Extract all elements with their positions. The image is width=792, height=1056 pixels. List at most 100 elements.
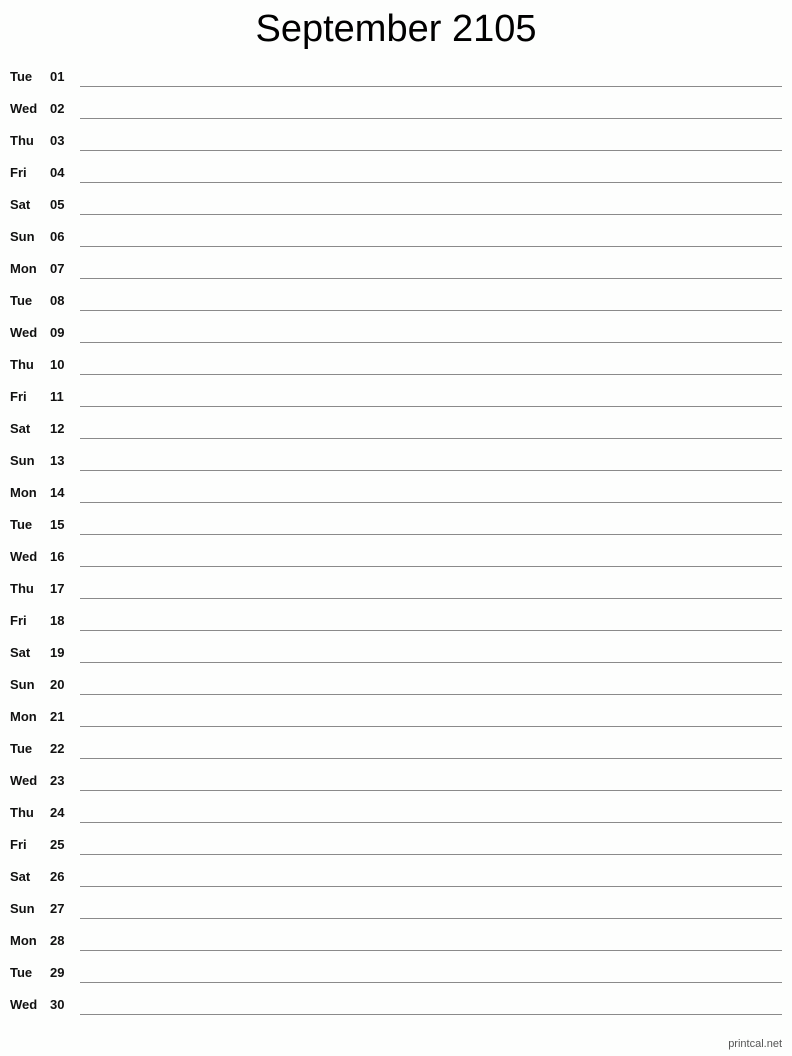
day-of-week: Wed bbox=[10, 101, 38, 116]
day-number: 26 bbox=[50, 869, 65, 884]
day-row: Wed 02 bbox=[0, 92, 792, 124]
day-of-week: Sat bbox=[10, 645, 31, 660]
day-number: 25 bbox=[50, 837, 65, 852]
writing-line bbox=[80, 150, 782, 151]
day-number: 07 bbox=[50, 261, 65, 276]
day-of-week: Wed bbox=[10, 549, 38, 564]
writing-line bbox=[80, 822, 782, 823]
writing-line bbox=[80, 470, 782, 471]
day-list: Tue 01 Wed 02 Thu 03 Fri 04 Sat 05 Sun 06 Mon 07 Tue 08… bbox=[0, 60, 792, 1020]
day-of-week: Thu bbox=[10, 357, 34, 372]
footer-credit: printcal.net bbox=[728, 1038, 782, 1050]
day-of-week: Fri bbox=[10, 165, 27, 180]
day-number: 11 bbox=[50, 389, 64, 404]
writing-line bbox=[80, 982, 782, 983]
day-number: 17 bbox=[50, 581, 65, 596]
page-title: September 2105 bbox=[255, 8, 537, 50]
day-number: 19 bbox=[50, 645, 65, 660]
writing-line bbox=[80, 374, 782, 375]
writing-line bbox=[80, 790, 782, 791]
writing-line bbox=[80, 886, 782, 887]
writing-line bbox=[80, 182, 782, 183]
day-number: 21 bbox=[50, 709, 65, 724]
day-number: 24 bbox=[50, 805, 65, 820]
day-number: 14 bbox=[50, 485, 65, 500]
day-of-week: Mon bbox=[10, 261, 37, 276]
day-number: 01 bbox=[50, 69, 65, 84]
day-number: 12 bbox=[50, 421, 65, 436]
day-number: 02 bbox=[50, 101, 65, 116]
writing-line bbox=[80, 246, 782, 247]
day-of-week: Sat bbox=[10, 869, 31, 884]
writing-line bbox=[80, 310, 782, 311]
day-of-week: Sun bbox=[10, 901, 35, 916]
day-of-week: Thu bbox=[10, 581, 34, 596]
day-of-week: Thu bbox=[10, 805, 34, 820]
day-row: Tue 08 bbox=[0, 284, 792, 316]
writing-line bbox=[80, 918, 782, 919]
writing-line bbox=[80, 406, 782, 407]
day-of-week: Fri bbox=[10, 613, 27, 628]
day-of-week: Sun bbox=[10, 229, 35, 244]
writing-line bbox=[80, 598, 782, 599]
writing-line bbox=[80, 854, 782, 855]
day-of-week: Tue bbox=[10, 293, 33, 308]
day-of-week: Tue bbox=[10, 741, 33, 756]
day-row: Fri 18 bbox=[0, 604, 792, 636]
day-row: Mon 07 bbox=[0, 252, 792, 284]
day-row: Thu 10 bbox=[0, 348, 792, 380]
day-row: Fri 11 bbox=[0, 380, 792, 412]
day-row: Thu 17 bbox=[0, 572, 792, 604]
day-of-week: Wed bbox=[10, 997, 38, 1012]
day-row: Mon 28 bbox=[0, 924, 792, 956]
day-number: 30 bbox=[50, 997, 65, 1012]
day-row: Sun 06 bbox=[0, 220, 792, 252]
day-row: Wed 16 bbox=[0, 540, 792, 572]
writing-line bbox=[80, 1014, 782, 1015]
writing-line bbox=[80, 534, 782, 535]
day-row: Wed 23 bbox=[0, 764, 792, 796]
day-row: Tue 15 bbox=[0, 508, 792, 540]
day-number: 27 bbox=[50, 901, 65, 916]
day-of-week: Tue bbox=[10, 965, 33, 980]
day-number: 23 bbox=[50, 773, 65, 788]
day-of-week: Mon bbox=[10, 933, 37, 948]
day-row: Thu 03 bbox=[0, 124, 792, 156]
day-row: Mon 21 bbox=[0, 700, 792, 732]
writing-line bbox=[80, 566, 782, 567]
writing-line bbox=[80, 502, 782, 503]
writing-line bbox=[80, 214, 782, 215]
day-number: 18 bbox=[50, 613, 65, 628]
writing-line bbox=[80, 278, 782, 279]
day-of-week: Mon bbox=[10, 709, 37, 724]
writing-line bbox=[80, 950, 782, 951]
day-of-week: Fri bbox=[10, 837, 27, 852]
day-number: 20 bbox=[50, 677, 65, 692]
day-number: 15 bbox=[50, 517, 65, 532]
day-of-week: Thu bbox=[10, 133, 34, 148]
day-row: Sun 27 bbox=[0, 892, 792, 924]
writing-line bbox=[80, 438, 782, 439]
day-of-week: Wed bbox=[10, 773, 38, 788]
day-number: 10 bbox=[50, 357, 65, 372]
day-row: Sat 19 bbox=[0, 636, 792, 668]
day-number: 04 bbox=[50, 165, 65, 180]
day-row: Sun 13 bbox=[0, 444, 792, 476]
day-row: Thu 24 bbox=[0, 796, 792, 828]
day-row: Sun 20 bbox=[0, 668, 792, 700]
day-number: 06 bbox=[50, 229, 65, 244]
writing-line bbox=[80, 342, 782, 343]
day-row: Tue 01 bbox=[0, 60, 792, 92]
day-row: Tue 29 bbox=[0, 956, 792, 988]
day-of-week: Wed bbox=[10, 325, 38, 340]
writing-line bbox=[80, 118, 782, 119]
day-row: Fri 25 bbox=[0, 828, 792, 860]
day-row: Sat 05 bbox=[0, 188, 792, 220]
day-row: Mon 14 bbox=[0, 476, 792, 508]
day-of-week: Sat bbox=[10, 197, 31, 212]
day-of-week: Mon bbox=[10, 485, 37, 500]
day-of-week: Tue bbox=[10, 69, 33, 84]
day-number: 13 bbox=[50, 453, 65, 468]
writing-line bbox=[80, 630, 782, 631]
day-number: 05 bbox=[50, 197, 65, 212]
